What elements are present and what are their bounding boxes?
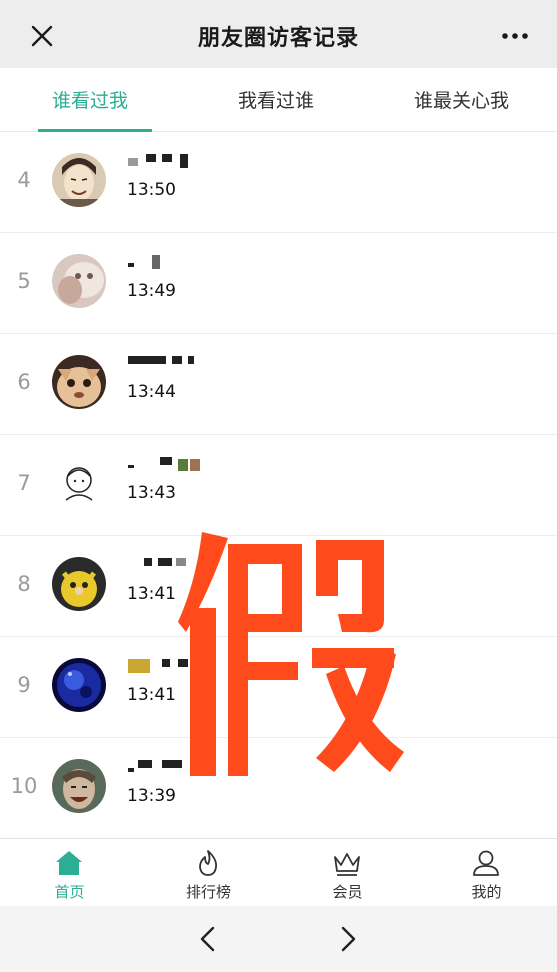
- nickname-redacted: [128, 356, 228, 372]
- rank-number: 6: [17, 370, 31, 394]
- nav-ranking[interactable]: 排行榜: [139, 839, 278, 907]
- list-item[interactable]: 4 13:50: [0, 132, 557, 233]
- avatar[interactable]: [52, 456, 106, 510]
- tab-who-cares-most[interactable]: 谁最关心我: [414, 86, 509, 113]
- tab-bar: 谁看过我 我看过谁 谁最关心我: [0, 68, 557, 133]
- tab-who-viewed-me[interactable]: 谁看过我: [52, 86, 128, 113]
- browser-toolbar: [0, 906, 557, 972]
- rank-number: 7: [17, 471, 31, 495]
- crown-icon: [334, 853, 360, 876]
- rank-number: 8: [17, 572, 31, 596]
- avatar[interactable]: [52, 759, 106, 813]
- rank-number: 5: [17, 269, 31, 293]
- nickname-redacted: [128, 457, 228, 473]
- visit-time: 13:50: [127, 180, 176, 200]
- rank-number: 4: [17, 168, 31, 192]
- nav-home[interactable]: 首页: [0, 839, 139, 907]
- nickname-redacted: [128, 255, 228, 271]
- list-item[interactable]: 6 13:44: [0, 334, 557, 435]
- nav-home-label: 首页: [54, 883, 85, 901]
- home-icon: [56, 851, 82, 875]
- fake-stamp-watermark: [158, 528, 408, 778]
- visit-time: 13:43: [127, 483, 176, 503]
- avatar[interactable]: [52, 557, 106, 611]
- nav-membership-label: 会员: [332, 883, 363, 901]
- forward-arrow-icon[interactable]: [330, 922, 364, 956]
- bottom-nav: 首页 排行榜 会员 我的: [0, 838, 557, 906]
- nav-ranking-label: 排行榜: [185, 883, 231, 901]
- nav-me-label: 我的: [471, 883, 502, 901]
- nav-membership[interactable]: 会员: [278, 839, 417, 907]
- nickname-redacted: [128, 154, 228, 170]
- tab-who-i-viewed[interactable]: 我看过谁: [238, 86, 314, 113]
- avatar[interactable]: [52, 153, 106, 207]
- title-bar: 朋友圈访客记录: [0, 0, 557, 68]
- more-icon[interactable]: [495, 18, 535, 54]
- flame-icon: [199, 850, 217, 876]
- avatar[interactable]: [52, 355, 106, 409]
- visit-time: 13:49: [127, 281, 176, 301]
- rank-number: 9: [17, 673, 31, 697]
- visit-time: 13:39: [127, 786, 176, 806]
- avatar[interactable]: [52, 254, 106, 308]
- avatar[interactable]: [52, 658, 106, 712]
- rank-number: 10: [10, 774, 38, 798]
- back-arrow-icon[interactable]: [192, 922, 226, 956]
- nav-me[interactable]: 我的: [417, 839, 556, 907]
- list-item[interactable]: 5 13:49: [0, 233, 557, 334]
- list-item[interactable]: 7 13:43: [0, 435, 557, 536]
- page-title: 朋友圈访客记录: [197, 26, 359, 51]
- visit-time: 13:44: [127, 382, 176, 402]
- user-icon: [473, 850, 499, 876]
